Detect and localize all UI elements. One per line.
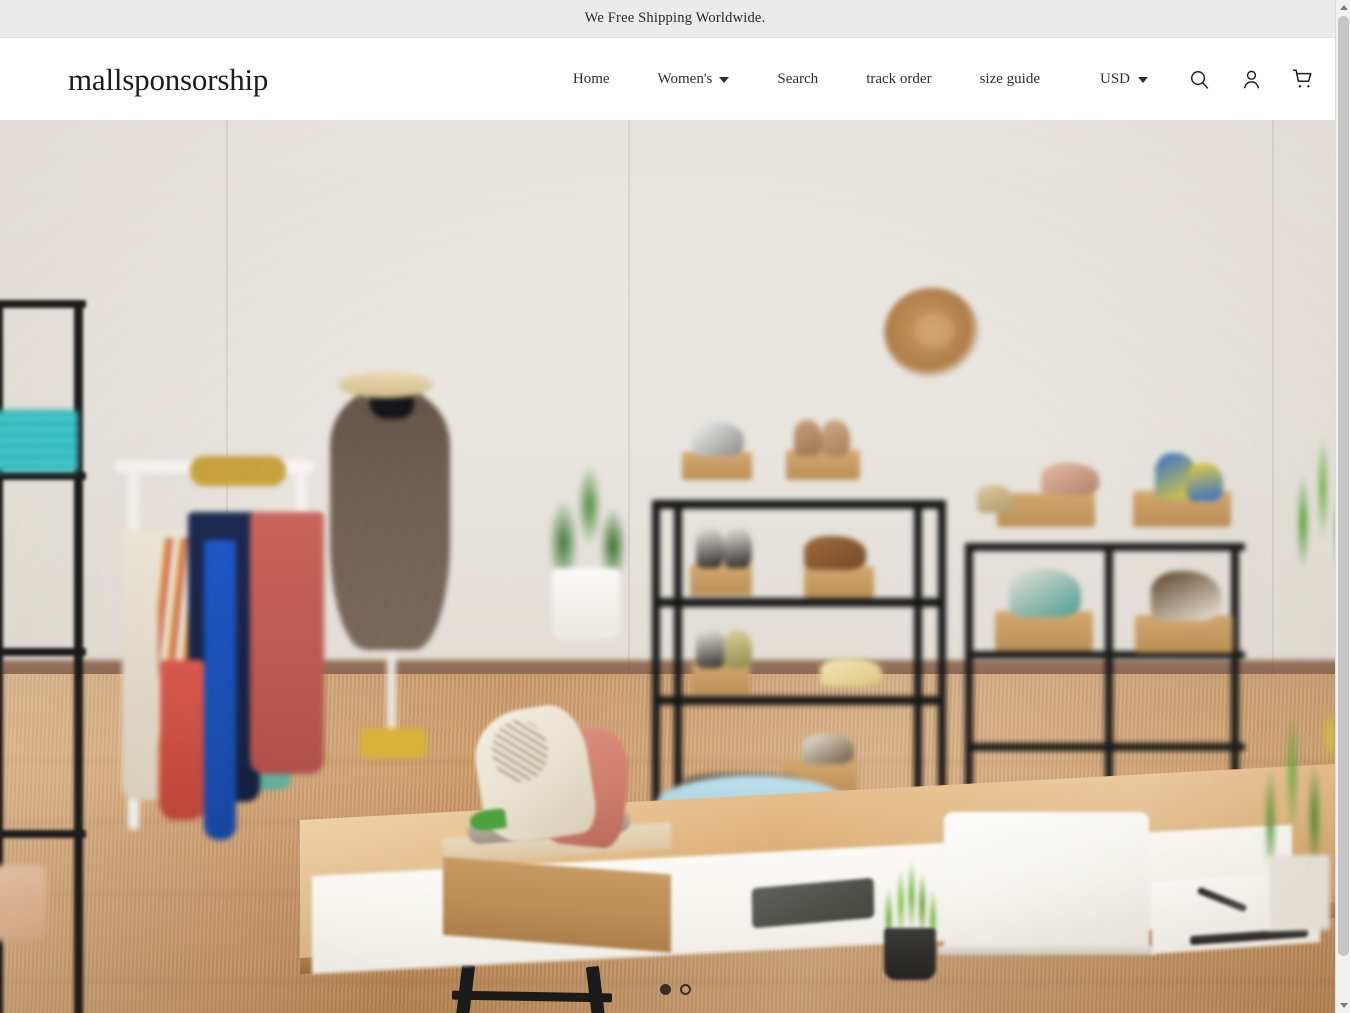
chevron-down-icon [1138,77,1148,83]
cart-icon[interactable] [1280,56,1326,102]
account-icon[interactable] [1228,56,1274,102]
carousel-dot-1[interactable] [659,984,671,995]
header-icon-group [1164,56,1326,102]
wall-seam [628,120,630,674]
nav-item-track-order[interactable]: track order [842,71,955,88]
currency-selector[interactable]: USD [1064,71,1164,88]
nav-item-womens[interactable]: Women's [634,71,754,88]
page-root: We Free Shipping Worldwide. mallsponsors… [0,0,1350,1013]
search-icon[interactable] [1176,56,1222,102]
carousel-dot-2[interactable] [679,984,691,995]
left-shelving-unit [0,300,112,1013]
site-logo[interactable]: mallsponsorship [68,64,268,95]
hero-slideshow[interactable] [0,120,1350,1013]
page-scrollbar[interactable] [1335,0,1350,1013]
nav-item-home[interactable]: Home [549,71,634,88]
center-shoe-shelf [652,420,952,820]
hero-image [0,120,1350,1013]
currency-value: USD [1099,70,1130,87]
scroll-up-arrow-icon[interactable] [1336,0,1350,15]
scrollbar-thumb[interactable] [1338,16,1349,956]
nav-label-size-guide: size guide [979,70,1040,87]
nav-label-womens: Women's [657,70,713,87]
nav-item-size-guide[interactable]: size guide [956,71,1064,88]
chevron-down-icon [719,77,730,83]
nav-label-search: Search [777,70,819,87]
site-header: mallsponsorship Home Women's Search trac… [0,38,1350,120]
announcement-text: We Free Shipping Worldwide. [584,10,766,26]
announcement-bar: We Free Shipping Worldwide. [0,0,1350,38]
carousel-pagination [0,984,1350,995]
nav-label-home: Home [572,70,610,87]
nav-label-track-order: track order [866,70,932,87]
nav-item-search[interactable]: Search [753,71,842,88]
wall-seam [1272,120,1274,674]
primary-navigation: Home Women's Search track order size gui… [549,56,1326,102]
scroll-down-arrow-icon[interactable] [1336,998,1350,1013]
